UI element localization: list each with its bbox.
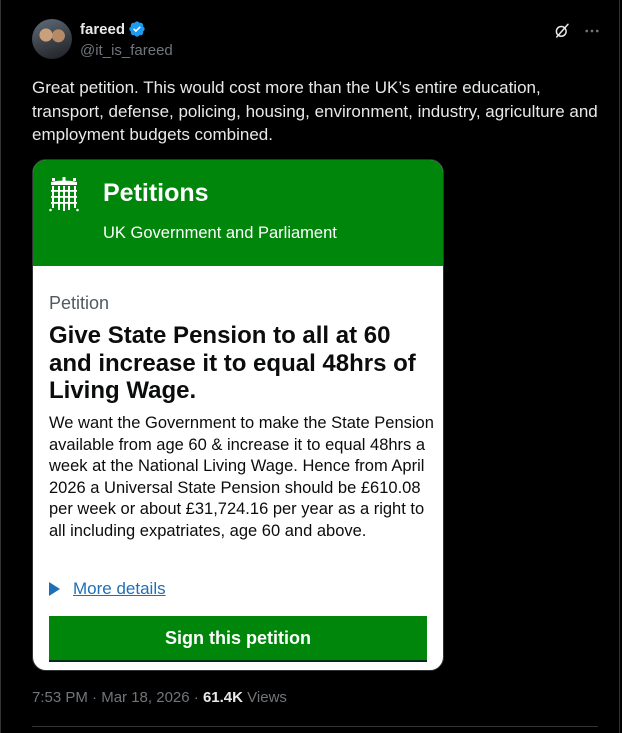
sign-petition-button[interactable]: Sign this petition xyxy=(49,616,427,660)
divider xyxy=(32,726,598,727)
tweet-date[interactable]: Mar 18, 2026 xyxy=(101,689,189,706)
petition-card[interactable]: Petitions UK Government and Parliament P… xyxy=(32,159,444,671)
card-subtitle: UK Government and Parliament xyxy=(103,224,337,242)
meta-separator: · xyxy=(92,689,98,706)
author-handle[interactable]: @it_is_fareed xyxy=(80,42,173,59)
views-count[interactable]: 61.4K xyxy=(203,689,243,706)
tweet-time[interactable]: 7:53 PM xyxy=(32,689,88,706)
avatar[interactable] xyxy=(32,19,72,59)
author-display-name[interactable]: fareed xyxy=(80,21,125,38)
verified-badge-icon[interactable] xyxy=(128,20,146,38)
more-details-row[interactable]: More details xyxy=(49,579,166,599)
meta-separator: · xyxy=(193,689,199,706)
card-title: Petitions xyxy=(103,179,209,207)
tweet-meta: 7:53 PM · Mar 18, 2026 · 61.4K Views xyxy=(32,689,287,706)
petition-body: We want the Government to make the State… xyxy=(49,414,434,540)
card-header: Petitions UK Government and Parliament xyxy=(33,160,443,266)
portcullis-crest-icon xyxy=(49,177,79,212)
author-name-row[interactable]: fareed xyxy=(80,20,146,38)
petition-heading: Give State Pension to all at 60 and incr… xyxy=(49,322,416,404)
disclosure-triangle-icon[interactable] xyxy=(49,582,60,596)
more-details-link[interactable]: More details xyxy=(73,579,166,599)
views-label: Views xyxy=(247,689,287,706)
more-options-icon[interactable] xyxy=(583,22,601,40)
petition-label: Petition xyxy=(49,293,110,313)
grok-icon[interactable] xyxy=(553,22,571,40)
tweet-text: Great petition. This would cost more tha… xyxy=(32,78,598,144)
